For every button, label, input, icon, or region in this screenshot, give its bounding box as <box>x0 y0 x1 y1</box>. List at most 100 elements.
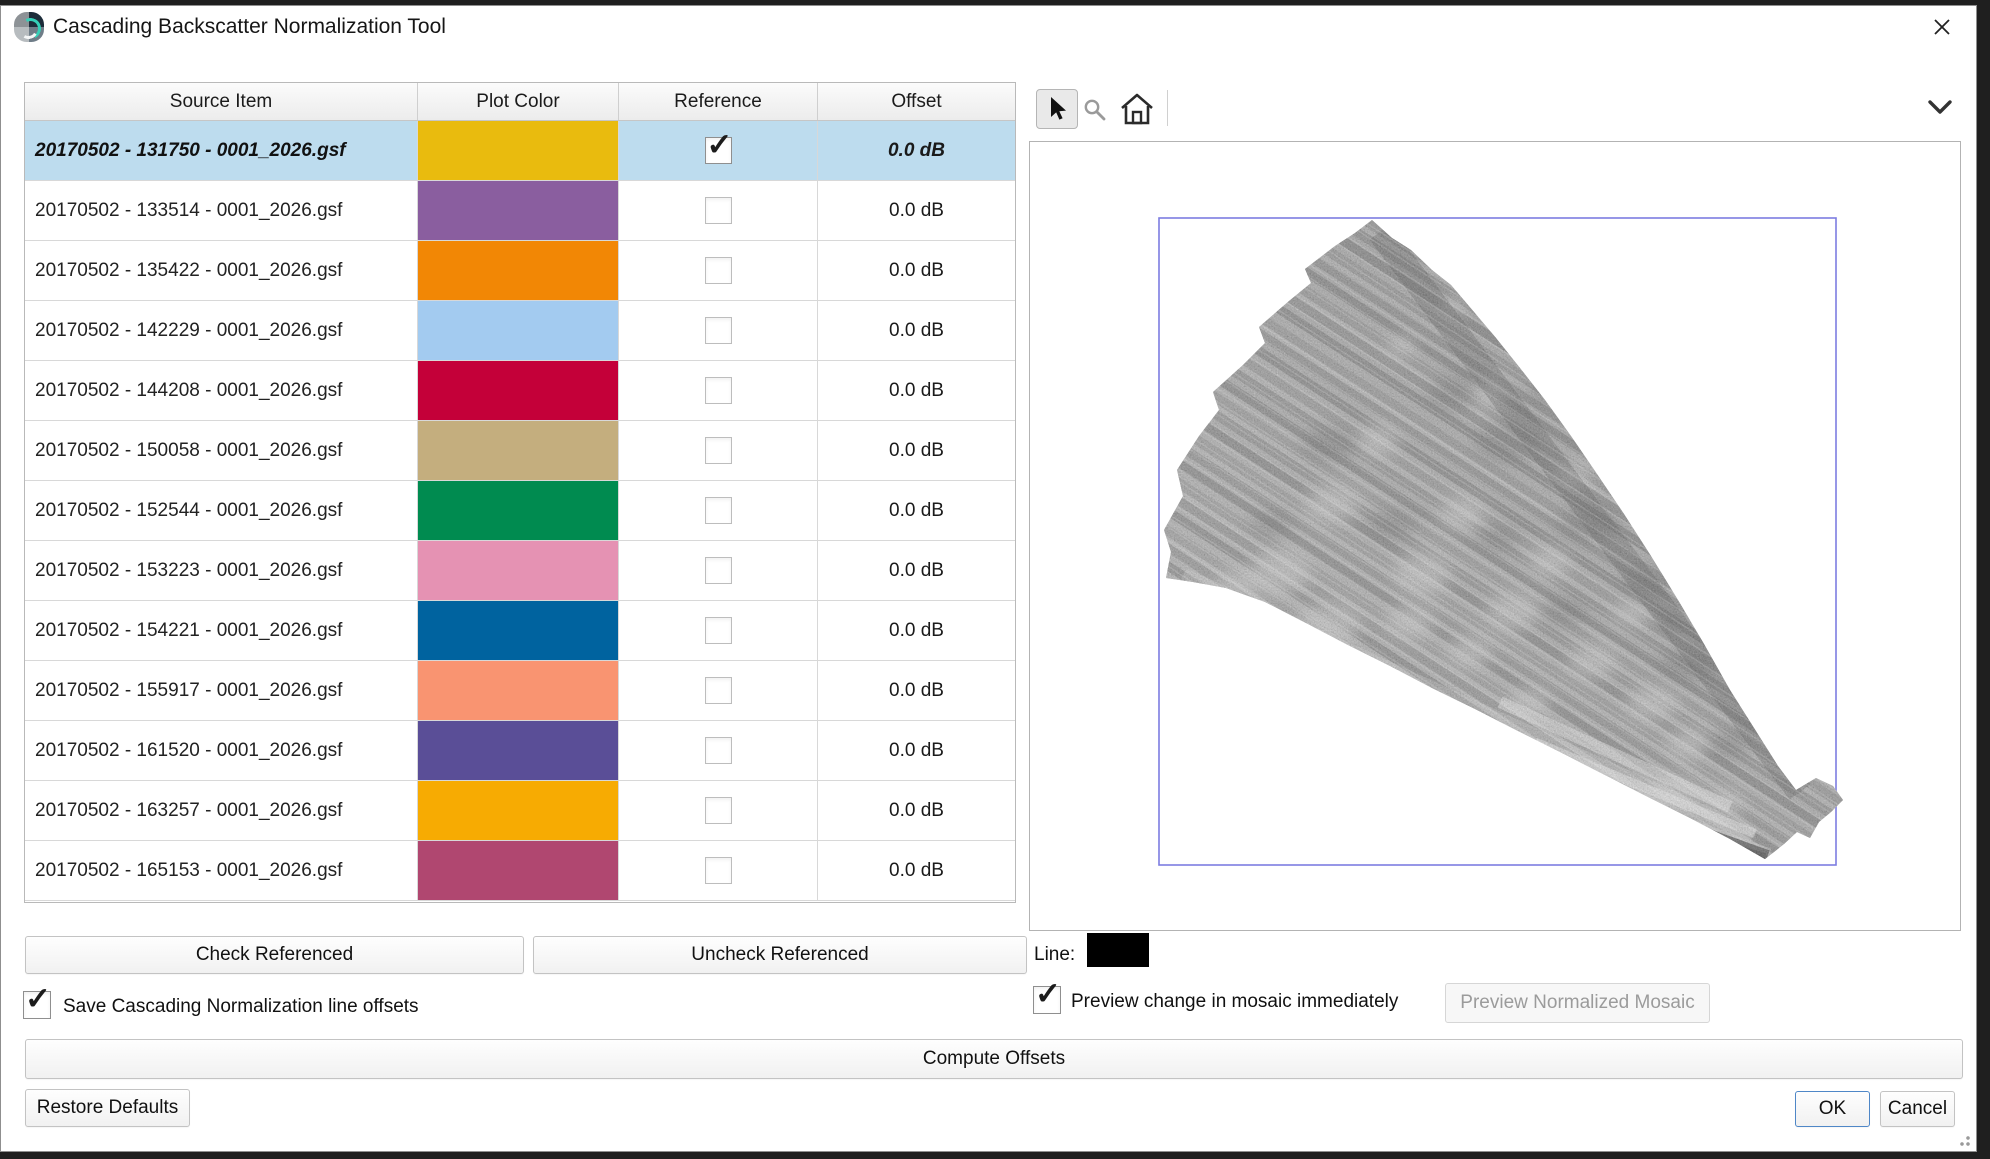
plot-color-swatch[interactable] <box>418 421 618 480</box>
check-mark-icon: ✓ <box>707 129 733 160</box>
table-header: Source Item Plot Color Reference Offset <box>25 83 1015 121</box>
source-item-cell[interactable]: 20170502 - 155917 - 0001_2026.gsf <box>25 661 418 720</box>
offset-value[interactable]: 0.0 dB <box>818 541 1015 600</box>
column-header-reference[interactable]: Reference <box>619 83 818 120</box>
offset-value[interactable]: 0.0 dB <box>818 181 1015 240</box>
source-item-cell[interactable]: 20170502 - 135422 - 0001_2026.gsf <box>25 241 418 300</box>
plot-color-swatch[interactable] <box>418 241 618 300</box>
close-button[interactable] <box>1922 11 1962 43</box>
offset-value[interactable]: 0.0 dB <box>818 661 1015 720</box>
column-header-offset[interactable]: Offset <box>818 83 1015 120</box>
plot-color-swatch[interactable] <box>418 841 618 900</box>
plot-color-swatch[interactable] <box>418 541 618 600</box>
table-row[interactable]: 20170502 - 142229 - 0001_2026.gsf 0.0 dB <box>25 301 1015 361</box>
reference-checkbox[interactable] <box>705 857 732 884</box>
table-row[interactable]: 20170502 - 152544 - 0001_2026.gsf 0.0 dB <box>25 481 1015 541</box>
reference-cell <box>619 841 818 900</box>
table-row[interactable]: 20170502 - 133514 - 0001_2026.gsf 0.0 dB <box>25 181 1015 241</box>
app-logo-icon <box>14 12 44 42</box>
home-tool-button[interactable] <box>1117 89 1157 129</box>
save-offsets-label: Save Cascading Normalization line offset… <box>63 996 419 1018</box>
offset-value[interactable]: 0.0 dB <box>818 301 1015 360</box>
offset-value[interactable]: 0.0 dB <box>818 421 1015 480</box>
source-item-cell[interactable]: 20170502 - 150058 - 0001_2026.gsf <box>25 421 418 480</box>
save-offsets-checkbox[interactable]: ✓ <box>23 991 51 1019</box>
plot-color-swatch[interactable] <box>418 181 618 240</box>
plot-color-swatch[interactable] <box>418 601 618 660</box>
plot-color-cell <box>418 781 619 840</box>
source-item-cell[interactable]: 20170502 - 131750 - 0001_2026.gsf <box>25 121 418 180</box>
table-row[interactable]: 20170502 - 161520 - 0001_2026.gsf 0.0 dB <box>25 721 1015 781</box>
offset-value[interactable]: 0.0 dB <box>818 121 1015 180</box>
collapse-panel-button[interactable] <box>1921 94 1959 120</box>
reference-checkbox[interactable] <box>705 497 732 524</box>
resize-grip[interactable] <box>1958 1134 1970 1146</box>
plot-color-swatch[interactable] <box>418 721 618 780</box>
cancel-button[interactable]: Cancel <box>1880 1091 1955 1127</box>
preview-immediate-checkbox[interactable]: ✓ <box>1033 986 1061 1014</box>
plot-color-cell <box>418 481 619 540</box>
source-item-cell[interactable]: 20170502 - 153223 - 0001_2026.gsf <box>25 541 418 600</box>
source-item-cell[interactable]: 20170502 - 142229 - 0001_2026.gsf <box>25 301 418 360</box>
check-referenced-button[interactable]: Check Referenced <box>25 936 524 974</box>
table-row[interactable]: 20170502 - 155917 - 0001_2026.gsf 0.0 dB <box>25 661 1015 721</box>
reference-checkbox[interactable] <box>705 557 732 584</box>
reference-cell <box>619 481 818 540</box>
table-row[interactable]: 20170502 - 144208 - 0001_2026.gsf 0.0 dB <box>25 361 1015 421</box>
mosaic-preview-panel[interactable] <box>1029 141 1961 931</box>
column-header-plot-color[interactable]: Plot Color <box>418 83 619 120</box>
column-header-source-item[interactable]: Source Item <box>25 83 418 120</box>
plot-color-swatch[interactable] <box>418 361 618 420</box>
table-row[interactable]: 20170502 - 153223 - 0001_2026.gsf 0.0 dB <box>25 541 1015 601</box>
source-item-cell[interactable]: 20170502 - 152544 - 0001_2026.gsf <box>25 481 418 540</box>
table-row[interactable]: 20170502 - 131750 - 0001_2026.gsf ✓ 0.0 dB <box>25 121 1015 181</box>
source-table: Source Item Plot Color Reference Offset … <box>24 82 1016 903</box>
reference-checkbox[interactable] <box>705 317 732 344</box>
offset-value[interactable]: 0.0 dB <box>818 841 1015 900</box>
line-color-swatch[interactable] <box>1087 933 1149 967</box>
reference-checkbox[interactable] <box>705 797 732 824</box>
reference-checkbox[interactable] <box>705 437 732 464</box>
table-row[interactable]: 20170502 - 165153 - 0001_2026.gsf 0.0 dB <box>25 841 1015 901</box>
reference-checkbox[interactable] <box>705 197 732 224</box>
reference-checkbox[interactable] <box>705 257 732 284</box>
offset-value[interactable]: 0.0 dB <box>818 601 1015 660</box>
zoom-tool-button[interactable] <box>1079 94 1111 126</box>
plot-color-swatch[interactable] <box>418 301 618 360</box>
plot-color-swatch[interactable] <box>418 121 618 180</box>
offset-value[interactable]: 0.0 dB <box>818 481 1015 540</box>
compute-offsets-button[interactable]: Compute Offsets <box>25 1039 1963 1079</box>
source-item-cell[interactable]: 20170502 - 144208 - 0001_2026.gsf <box>25 361 418 420</box>
offset-value[interactable]: 0.0 dB <box>818 361 1015 420</box>
offset-value[interactable]: 0.0 dB <box>818 721 1015 780</box>
reference-cell <box>619 181 818 240</box>
reference-checkbox[interactable] <box>705 617 732 644</box>
title-bar: Cascading Backscatter Normalization Tool <box>1 6 1976 48</box>
source-item-cell[interactable]: 20170502 - 161520 - 0001_2026.gsf <box>25 721 418 780</box>
plot-color-swatch[interactable] <box>418 481 618 540</box>
table-row[interactable]: 20170502 - 150058 - 0001_2026.gsf 0.0 dB <box>25 421 1015 481</box>
source-item-cell[interactable]: 20170502 - 154221 - 0001_2026.gsf <box>25 601 418 660</box>
source-item-cell[interactable]: 20170502 - 165153 - 0001_2026.gsf <box>25 841 418 900</box>
reference-checkbox[interactable]: ✓ <box>705 137 732 164</box>
plot-color-cell <box>418 241 619 300</box>
table-row[interactable]: 20170502 - 163257 - 0001_2026.gsf 0.0 dB <box>25 781 1015 841</box>
reference-checkbox[interactable] <box>705 377 732 404</box>
pointer-tool-button[interactable] <box>1036 89 1078 129</box>
reference-checkbox[interactable] <box>705 677 732 704</box>
preview-normalized-mosaic-button[interactable]: Preview Normalized Mosaic <box>1445 983 1710 1023</box>
uncheck-referenced-button[interactable]: Uncheck Referenced <box>533 936 1027 974</box>
source-item-cell[interactable]: 20170502 - 163257 - 0001_2026.gsf <box>25 781 418 840</box>
offset-value[interactable]: 0.0 dB <box>818 781 1015 840</box>
ok-button[interactable]: OK <box>1795 1091 1870 1127</box>
chevron-down-icon <box>1925 97 1955 117</box>
pointer-cursor-icon <box>1045 96 1069 122</box>
reference-checkbox[interactable] <box>705 737 732 764</box>
offset-value[interactable]: 0.0 dB <box>818 241 1015 300</box>
plot-color-swatch[interactable] <box>418 661 618 720</box>
source-item-cell[interactable]: 20170502 - 133514 - 0001_2026.gsf <box>25 181 418 240</box>
restore-defaults-button[interactable]: Restore Defaults <box>25 1089 190 1127</box>
plot-color-swatch[interactable] <box>418 781 618 840</box>
table-row[interactable]: 20170502 - 154221 - 0001_2026.gsf 0.0 dB <box>25 601 1015 661</box>
table-row[interactable]: 20170502 - 135422 - 0001_2026.gsf 0.0 dB <box>25 241 1015 301</box>
